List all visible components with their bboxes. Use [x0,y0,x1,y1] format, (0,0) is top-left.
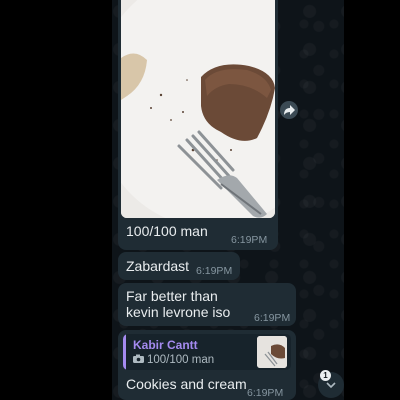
quoted-author: Kabir Cantt [133,338,198,352]
message-text: Zabardast [126,258,190,274]
message-time: 6:19PM [247,387,284,399]
message-time: 6:19PM [196,265,233,277]
message-text: Cookies and cream [126,376,247,392]
quoted-message[interactable]: Kabir Cantt 100/100 man [123,334,291,370]
plate-with-cake-image [121,0,275,218]
camera-icon [133,354,144,363]
unread-count-badge: 1 [320,370,331,381]
reply-message[interactable]: Kabir Cantt 100/100 man Cookies and crea… [118,330,296,400]
forward-button[interactable] [280,101,298,119]
quoted-preview: 100/100 man [147,354,215,366]
message-time: 6:19PM [231,234,268,246]
chevron-down-icon [326,381,336,388]
message-text: Far better than kevin levrone iso [126,288,231,320]
quote-accent-bar [123,334,126,370]
quoted-thumbnail [257,336,287,368]
plate-thumbnail-image [257,336,287,368]
text-message[interactable]: Zabardast 6:19PM [118,252,240,280]
forward-icon [283,105,295,115]
text-message[interactable]: Far better than kevin levrone iso 6:19PM [118,283,296,326]
message-photo[interactable] [121,0,275,218]
image-message[interactable]: 100/100 man 6:19PM [118,0,278,250]
message-time: 6:19PM [254,312,291,324]
image-caption: 100/100 man [126,223,208,239]
